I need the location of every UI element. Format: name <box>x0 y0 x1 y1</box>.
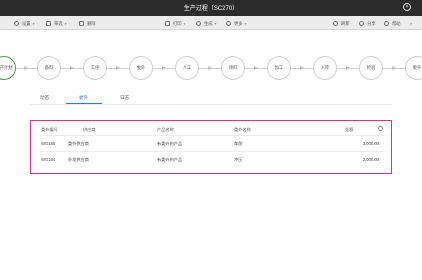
table-cell: WG185 <box>41 141 56 146</box>
gear-icon <box>14 21 19 26</box>
chevron-down-icon: ▾ <box>244 21 247 26</box>
window-title: 生产过程（SC270） <box>183 6 239 12</box>
share-label: 分享 <box>367 20 376 26</box>
generate-label: 生成 <box>204 20 213 26</box>
arrow-right-icon <box>116 66 120 70</box>
tab-outsourcing[interactable]: 委外 <box>79 95 88 101</box>
process-step[interactable]: 备料 <box>37 56 61 80</box>
table-cell: 2,000.00 <box>362 157 379 162</box>
chevron-down-icon: ▾ <box>214 21 217 26</box>
settings-label: 设置 <box>22 20 31 26</box>
trash-icon <box>79 21 84 26</box>
arrow-right-icon <box>70 66 74 70</box>
row-divider <box>39 135 385 136</box>
help-button[interactable]: 帮助 <box>384 19 401 28</box>
plus-circle-icon <box>196 21 201 26</box>
column-header[interactable]: 产品名称 <box>157 127 174 133</box>
tab-divider <box>30 104 392 105</box>
print-label: 打印 <box>173 20 182 26</box>
help-label: 帮助 <box>392 20 401 26</box>
filter-label: 筛选 <box>54 20 63 26</box>
title-bar: 生产过程（SC270） × <box>0 0 422 16</box>
process-step[interactable]: 入库 <box>313 56 337 80</box>
settings-button[interactable]: 设置 ▾ <box>14 19 34 28</box>
print-icon <box>165 21 170 26</box>
refresh-button[interactable]: 刷新 <box>333 19 350 28</box>
delete-button[interactable]: 删除 <box>79 19 96 28</box>
chevron-down-icon: ▾ <box>183 21 186 26</box>
arrow-right-icon <box>254 66 258 70</box>
arrow-right-icon <box>392 66 396 70</box>
table-cell: 3,000.00 <box>362 141 379 146</box>
process-step[interactable]: 委外 <box>405 56 422 80</box>
arrow-right-icon <box>24 66 28 70</box>
help-icon <box>384 21 389 26</box>
share-icon <box>359 21 364 26</box>
column-header[interactable]: 金额 <box>345 127 353 133</box>
gear-icon[interactable] <box>378 126 383 131</box>
process-step[interactable]: 人工 <box>175 56 199 80</box>
column-header[interactable]: 委外编号 <box>41 127 58 133</box>
chevron-down-icon: ▾ <box>32 21 35 26</box>
share-button[interactable]: 分享 <box>359 19 376 28</box>
active-tab-indicator <box>66 103 102 104</box>
table-cell: 冲压 <box>234 157 243 162</box>
more-icon <box>226 21 231 26</box>
process-step[interactable]: 委外 <box>129 56 153 80</box>
more-label: 更多 <box>234 20 243 26</box>
process-step[interactable]: 生产计划 <box>0 56 16 80</box>
outsourcing-table: 委外编号 供应商 产品名称 委外名称 金额 WG185 委外供应商 有委外的产品… <box>30 120 392 174</box>
process-step[interactable]: 工序 <box>83 56 107 80</box>
arrow-right-icon <box>208 66 212 70</box>
filter-icon <box>46 21 51 26</box>
table-cell: 有委外的产品 <box>157 157 183 162</box>
arrow-right-icon <box>300 66 304 70</box>
table-cell: 委外供应商 <box>68 141 89 146</box>
tab-log[interactable]: 日志 <box>120 95 129 101</box>
process-step[interactable]: 检验 <box>359 56 383 80</box>
close-icon[interactable]: × <box>403 3 411 11</box>
process-step[interactable]: 领料 <box>221 56 245 80</box>
column-header[interactable]: 委外名称 <box>234 127 251 133</box>
table-cell: WG184 <box>41 157 56 162</box>
generate-button[interactable]: 生成 ▾ <box>196 19 216 28</box>
refresh-icon <box>333 21 338 26</box>
filter-button[interactable]: 筛选 ▾ <box>46 19 66 28</box>
arrow-right-icon <box>162 66 166 70</box>
tab-activity[interactable]: 动态 <box>40 95 49 101</box>
arrow-right-icon <box>346 66 350 70</box>
row-divider <box>39 151 385 152</box>
table-cell: 有委外的产品 <box>157 141 183 146</box>
toolbar: 设置 ▾ 筛选 ▾ 删除 打印 ▾ 生成 ▾ 更多 ▾ 刷新 分享 帮助 » <box>0 16 422 30</box>
expand-icon[interactable]: » <box>410 19 412 28</box>
chevron-down-icon: ▾ <box>64 21 67 26</box>
delete-label: 删除 <box>87 20 96 26</box>
refresh-label: 刷新 <box>341 20 350 26</box>
table-cell: 车削 <box>234 141 243 146</box>
print-button[interactable]: 打印 ▾ <box>165 19 185 28</box>
column-header[interactable]: 供应商 <box>83 127 96 133</box>
table-cell: 外发供应商 <box>68 157 89 162</box>
more-button[interactable]: 更多 ▾ <box>226 19 246 28</box>
process-step[interactable]: 加工 <box>267 56 291 80</box>
